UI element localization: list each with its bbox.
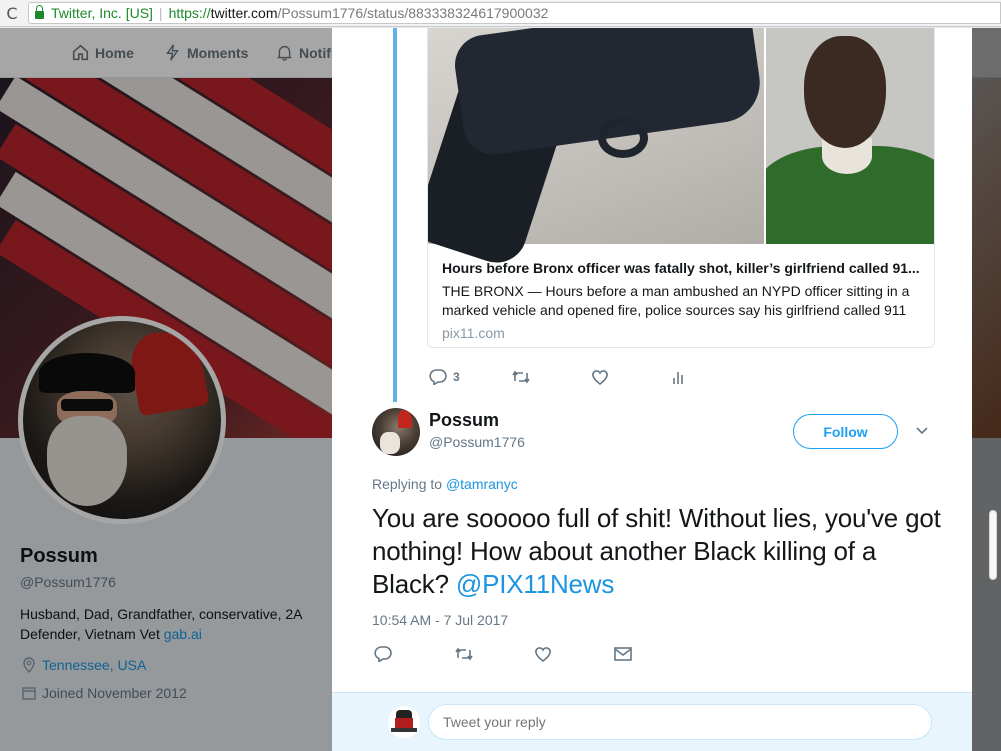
url-path: /Possum1776/status/883338324617900032	[277, 5, 549, 21]
reply-action[interactable]: 3	[429, 369, 511, 385]
reload-icon[interactable]: C	[0, 4, 24, 23]
tweet-author-name[interactable]: Possum	[429, 410, 499, 431]
card-image-mugshot	[766, 28, 934, 244]
tweet-mention-link[interactable]: @PIX11News	[456, 569, 615, 599]
like-action[interactable]	[591, 369, 671, 385]
replying-to-link[interactable]: @tamranyc	[446, 476, 518, 492]
card-description: THE BRONX — Hours before a man ambushed …	[442, 283, 910, 318]
card-domain: pix11.com	[442, 325, 505, 341]
retweet-icon	[455, 647, 473, 661]
analytics-action[interactable]	[671, 369, 685, 385]
reply-icon	[429, 369, 447, 385]
lock-icon	[35, 4, 44, 19]
tweet-modal: Hours before Bronx officer was fatally s…	[332, 28, 972, 751]
modal-backdrop-right[interactable]	[972, 28, 1001, 751]
url-host: twitter.com	[210, 5, 278, 21]
tweet-retweet-action[interactable]	[454, 646, 534, 662]
tweet-dm-action[interactable]	[614, 647, 632, 661]
tweet-timestamp[interactable]: 10:54 AM - 7 Jul 2017	[372, 612, 508, 628]
heart-icon	[535, 647, 551, 662]
reply-input[interactable]	[428, 704, 932, 740]
heart-icon	[592, 370, 608, 385]
tweet-author-avatar[interactable]	[372, 408, 420, 456]
reply-icon	[374, 646, 392, 662]
parent-tweet-actions: 3	[429, 369, 685, 385]
tweet-actions	[374, 646, 632, 662]
scrollbar-thumb[interactable]	[989, 510, 997, 580]
tweet-reply-action[interactable]	[374, 646, 454, 662]
replying-prefix: Replying to	[372, 476, 446, 492]
url-separator: |	[158, 5, 163, 21]
browser-toolbar: C Twitter, Inc. [US] | https:// twitter.…	[0, 0, 1001, 27]
follow-button[interactable]: Follow	[793, 414, 898, 449]
retweet-action[interactable]	[511, 369, 591, 385]
tweet-text: You are sooooo full of shit! Without lie…	[372, 502, 952, 601]
tweet-author-handle[interactable]: @Possum1776	[429, 434, 525, 450]
card-image-gun	[428, 28, 765, 271]
reply-count: 3	[453, 370, 460, 384]
envelope-icon	[614, 647, 632, 661]
current-user-avatar	[388, 706, 420, 738]
tweet-like-action[interactable]	[534, 646, 614, 662]
card-text: Hours before Bronx officer was fatally s…	[442, 258, 926, 341]
chevron-down-icon[interactable]	[915, 423, 929, 437]
address-bar[interactable]: Twitter, Inc. [US] | https:// twitter.co…	[28, 2, 1001, 24]
link-card[interactable]: Hours before Bronx officer was fatally s…	[427, 28, 935, 348]
replying-to: Replying to @tamranyc	[372, 476, 518, 492]
card-title: Hours before Bronx officer was fatally s…	[442, 260, 920, 276]
reply-composer	[332, 692, 972, 751]
analytics-icon	[673, 372, 683, 384]
retweet-icon	[512, 370, 530, 384]
secure-label: Twitter, Inc. [US]	[51, 5, 153, 21]
url-scheme: https://	[168, 5, 211, 21]
thread-line	[393, 28, 397, 402]
